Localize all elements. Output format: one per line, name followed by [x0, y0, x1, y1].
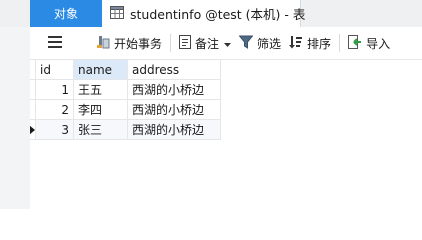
current-row-marker-icon: [30, 124, 35, 135]
data-grid: id name address 1 王五 西湖的小桥边 2 李四 西湖的小桥边 …: [30, 59, 221, 140]
dropdown-arrow-icon[interactable]: [224, 36, 232, 50]
table-row[interactable]: 1 王五 西湖的小桥边: [30, 79, 221, 100]
cell-address[interactable]: 西湖的小桥边: [127, 99, 221, 120]
tab-bar: 对象 studentinfo @test (本机) - 表: [0, 0, 422, 27]
table-row[interactable]: 3 张三 西湖的小桥边: [30, 119, 221, 140]
cell-id[interactable]: 2: [35, 99, 74, 120]
cell-address[interactable]: 西湖的小桥边: [127, 119, 221, 140]
begin-transaction-label: 开始事务: [114, 36, 163, 51]
import-icon: [348, 34, 362, 52]
transaction-icon: [96, 35, 110, 52]
filter-button[interactable]: 筛选: [235, 31, 285, 55]
column-header-id[interactable]: id: [35, 59, 74, 80]
cell-name[interactable]: 李四: [73, 99, 128, 120]
menu-icon: [48, 35, 62, 51]
cell-id[interactable]: 1: [35, 79, 74, 100]
cell-id[interactable]: 3: [35, 119, 74, 140]
tab-objects-label: 对象: [53, 7, 78, 21]
sort-icon: [289, 35, 303, 52]
left-panel-edge: [0, 27, 30, 209]
table-icon: [110, 5, 124, 22]
table-row[interactable]: 2 李四 西湖的小桥边: [30, 99, 221, 120]
toolbar-divider: [339, 34, 341, 52]
filter-icon: [238, 35, 254, 52]
sort-button[interactable]: 排序: [285, 31, 335, 55]
tab-table-label: studentinfo @test (本机) - 表: [130, 7, 306, 22]
comment-icon: [179, 34, 192, 52]
sort-label: 排序: [307, 36, 332, 51]
column-header-address[interactable]: address: [127, 59, 221, 80]
begin-transaction-button[interactable]: 开始事务: [92, 31, 166, 55]
tab-studentinfo-table[interactable]: studentinfo @test (本机) - 表: [102, 0, 305, 27]
import-button[interactable]: 导入: [344, 31, 394, 55]
cell-address[interactable]: 西湖的小桥边: [127, 79, 221, 100]
filter-label: 筛选: [257, 36, 282, 51]
cell-name[interactable]: 张三: [73, 119, 128, 140]
cell-name[interactable]: 王五: [73, 79, 128, 100]
menu-button[interactable]: [40, 31, 70, 55]
column-header-name[interactable]: name: [73, 59, 128, 80]
toolbar-divider: [170, 34, 172, 52]
tab-objects[interactable]: 对象: [30, 0, 102, 27]
toolbar: 开始事务 备注 筛选 排序 导入: [30, 27, 422, 60]
import-label: 导入: [366, 36, 391, 51]
comment-label: 备注: [195, 36, 220, 51]
grid-header-row: id name address: [30, 59, 221, 80]
comment-button[interactable]: 备注: [175, 31, 235, 55]
